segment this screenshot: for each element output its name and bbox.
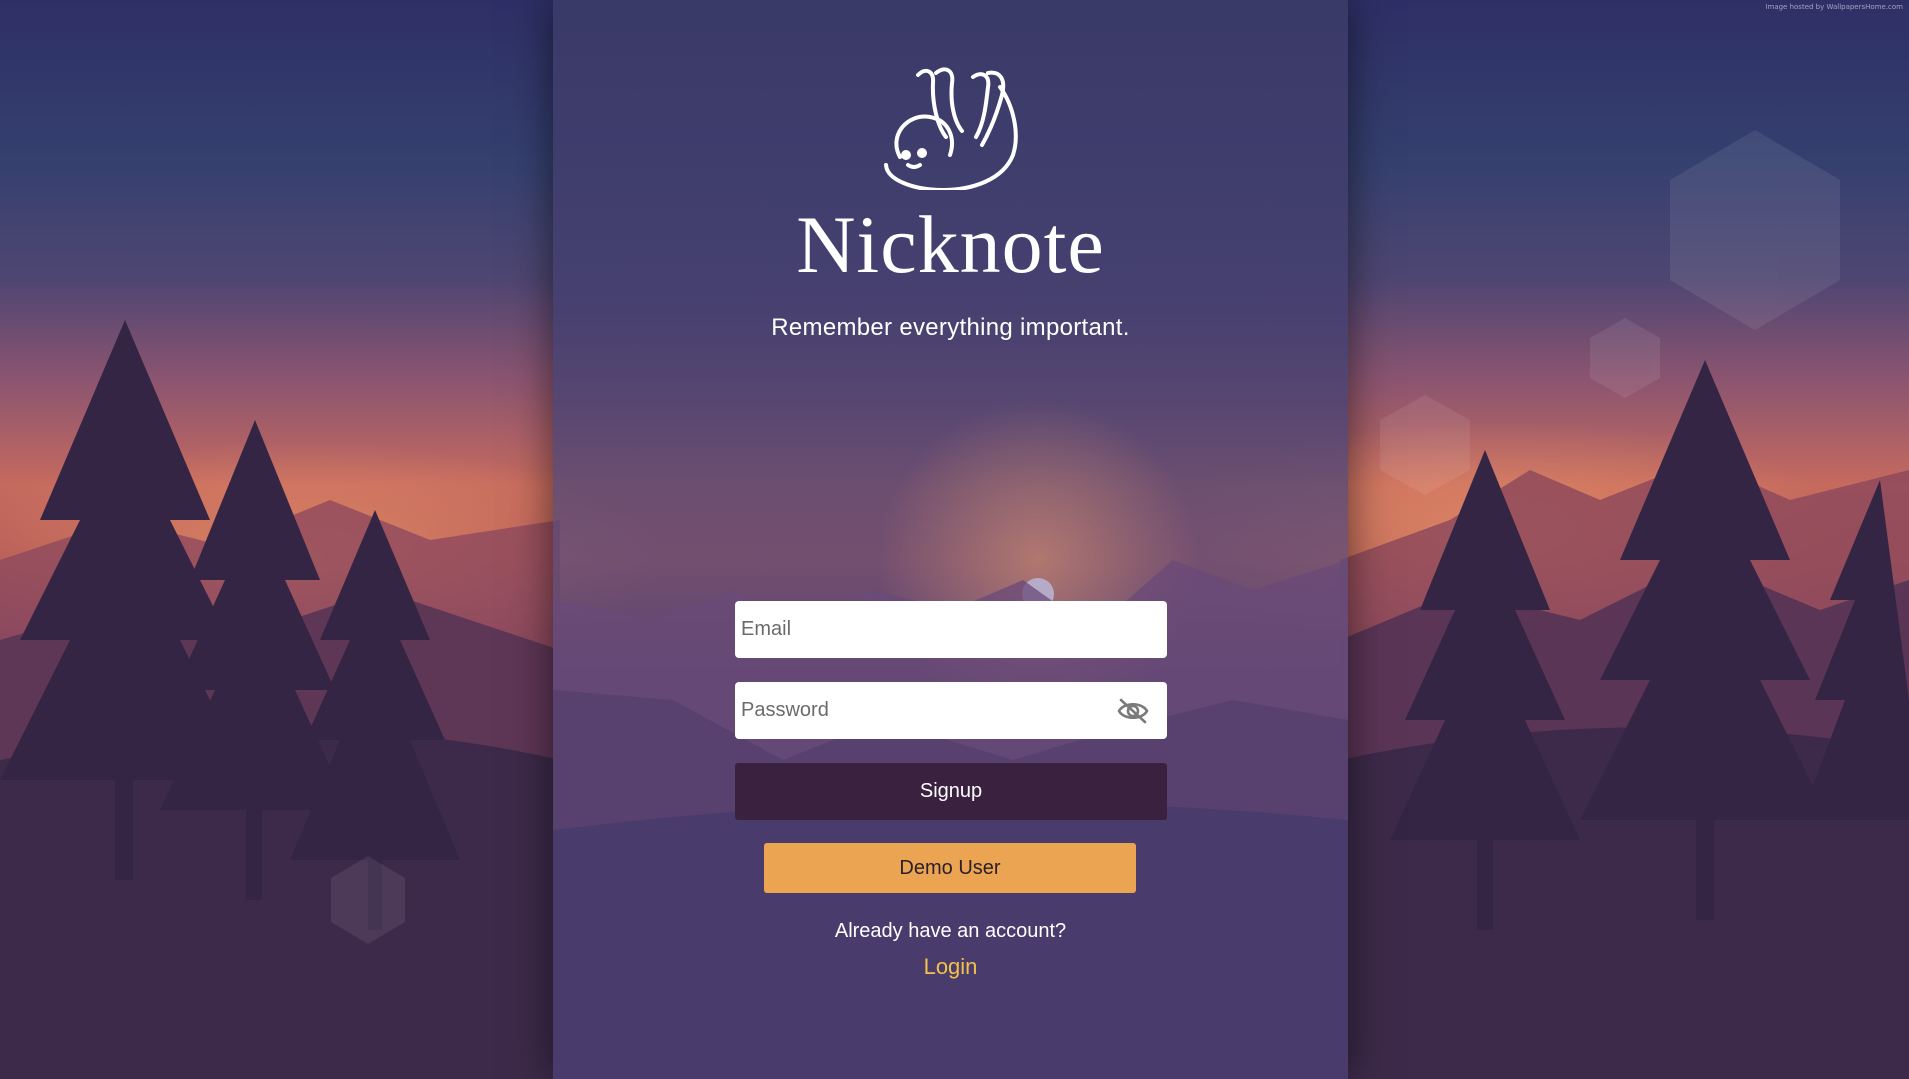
eye-slash-icon[interactable] [1117, 697, 1149, 725]
email-input[interactable] [735, 601, 1167, 658]
password-field [735, 682, 1167, 739]
tagline: Remember everything important. [771, 314, 1130, 341]
signup-panel: Nicknote Remember everything important. … [553, 0, 1348, 1079]
demo-user-button[interactable]: Demo User [764, 843, 1136, 893]
sloth-icon [884, 67, 1018, 190]
account-prompt: Already have an account? [834, 920, 1067, 942]
image-credit: Image hosted by WallpapersHome.com [1765, 3, 1903, 11]
brand-title: Nicknote [796, 199, 1105, 290]
login-page: Image hosted by WallpapersHome.com Nickn… [0, 0, 1909, 1079]
password-input[interactable] [735, 682, 1167, 739]
login-link[interactable]: Login [553, 954, 1348, 980]
signup-button[interactable]: Signup [735, 763, 1167, 820]
